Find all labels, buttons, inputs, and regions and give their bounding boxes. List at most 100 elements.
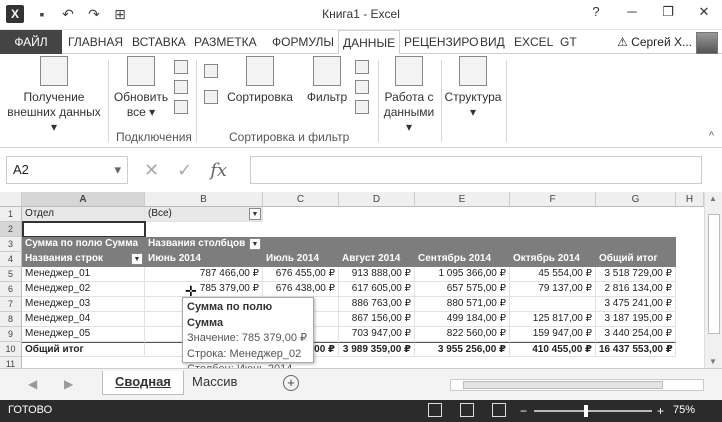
zoom-in-icon[interactable]: + bbox=[657, 404, 664, 418]
data-tools-button[interactable]: Работа с данными ▾ bbox=[380, 56, 438, 135]
table-cell[interactable]: 2 816 134,00 ₽ bbox=[596, 282, 676, 297]
scroll-up-icon[interactable]: ▲ bbox=[709, 194, 717, 203]
row-header[interactable]: 4 bbox=[0, 252, 22, 267]
add-sheet-icon[interactable]: + bbox=[283, 375, 299, 391]
row-header[interactable]: 8 bbox=[0, 312, 22, 327]
total-cell[interactable]: 16 437 553,00 ₽ bbox=[596, 342, 676, 357]
collapse-ribbon-icon[interactable]: ^ bbox=[709, 130, 714, 142]
column-header-e[interactable]: E bbox=[415, 192, 510, 207]
sort-az-icon[interactable] bbox=[204, 64, 218, 78]
table-row-label[interactable]: Менеджер_03 bbox=[22, 297, 145, 312]
table-cell[interactable]: 676 438,00 ₽ bbox=[263, 282, 339, 297]
column-header-h[interactable]: H bbox=[676, 192, 704, 207]
total-cell[interactable]: 410 455,00 ₽ bbox=[510, 342, 596, 357]
get-external-data-button[interactable]: Получение внешних данных ▾ bbox=[4, 56, 104, 135]
worksheet-grid[interactable]: A B C D E F G H 1 2 3 4 5 6 7 8 9 10 11 … bbox=[0, 192, 704, 368]
tab-excel[interactable]: EXCEL bbox=[510, 30, 557, 54]
table-row-label[interactable]: Менеджер_02 bbox=[22, 282, 145, 297]
table-cell[interactable]: 657 575,00 ₽ bbox=[415, 282, 510, 297]
tab-home[interactable]: ГЛАВНАЯ bbox=[64, 30, 127, 54]
column-header-c[interactable]: C bbox=[263, 192, 339, 207]
tab-file[interactable]: ФАЙЛ bbox=[0, 30, 62, 54]
sheet-tab-svodnaya[interactable]: Сводная bbox=[102, 371, 184, 395]
table-cell[interactable]: 617 605,00 ₽ bbox=[339, 282, 415, 297]
sort-button[interactable]: Сортировка bbox=[226, 56, 294, 105]
cancel-icon[interactable]: ✕ bbox=[144, 160, 159, 181]
table-cell[interactable]: 1 095 366,00 ₽ bbox=[415, 267, 510, 282]
page-layout-icon[interactable] bbox=[460, 403, 474, 417]
grand-total-label[interactable]: Общий итог bbox=[22, 342, 145, 357]
table-cell[interactable]: 79 137,00 ₽ bbox=[510, 282, 596, 297]
vertical-scrollbar[interactable]: ▲ ▼ bbox=[704, 192, 722, 368]
next-sheet-icon[interactable]: ▶ bbox=[64, 377, 73, 391]
tab-review[interactable]: РЕЦЕНЗИРО bbox=[400, 30, 483, 54]
tab-gt[interactable]: GT bbox=[556, 30, 581, 54]
table-cell[interactable]: 880 571,00 ₽ bbox=[415, 297, 510, 312]
advanced-filter-icon[interactable] bbox=[355, 100, 369, 114]
row-header[interactable]: 5 bbox=[0, 267, 22, 282]
table-cell[interactable]: 125 817,00 ₽ bbox=[510, 312, 596, 327]
edit-links-icon[interactable] bbox=[174, 100, 188, 114]
tab-view[interactable]: ВИД bbox=[476, 30, 509, 54]
pivot-row-labels[interactable]: Названия строк ▼ bbox=[22, 252, 145, 267]
table-cell[interactable]: 3 440 254,00 ₽ bbox=[596, 327, 676, 342]
scroll-down-icon[interactable]: ▼ bbox=[709, 357, 717, 366]
minimize-button[interactable]: ─ bbox=[614, 0, 650, 26]
column-header-g[interactable]: G bbox=[596, 192, 676, 207]
page-break-icon[interactable] bbox=[492, 403, 506, 417]
row-header[interactable]: 7 bbox=[0, 297, 22, 312]
zoom-slider-knob[interactable] bbox=[584, 405, 588, 417]
sheet-tab-massiv[interactable]: Массив bbox=[180, 371, 249, 395]
filter-dropdown-icon[interactable]: ▼ bbox=[249, 208, 261, 220]
row-header[interactable]: 3 bbox=[0, 237, 22, 252]
selected-cell-a2[interactable] bbox=[22, 221, 146, 238]
tab-insert[interactable]: ВСТАВКА bbox=[128, 30, 190, 54]
table-cell[interactable]: 886 763,00 ₽ bbox=[339, 297, 415, 312]
row-header[interactable]: 2 bbox=[0, 222, 22, 237]
avatar[interactable] bbox=[696, 32, 718, 54]
row-header[interactable]: 11 bbox=[0, 357, 22, 368]
normal-view-icon[interactable] bbox=[428, 403, 442, 417]
prev-sheet-icon[interactable]: ◀ bbox=[28, 377, 37, 391]
name-box[interactable]: A2 ▾ bbox=[6, 156, 128, 184]
connections-icon[interactable] bbox=[174, 60, 188, 74]
help-button[interactable]: ? bbox=[578, 0, 614, 26]
table-cell[interactable]: 913 888,00 ₽ bbox=[339, 267, 415, 282]
sort-za-icon[interactable] bbox=[204, 90, 218, 104]
select-all-corner[interactable] bbox=[0, 192, 22, 207]
row-filter-icon[interactable]: ▼ bbox=[131, 253, 143, 265]
total-cell[interactable]: 3 989 359,00 ₽ bbox=[339, 342, 415, 357]
table-cell[interactable]: 787 466,00 ₽ bbox=[145, 267, 263, 282]
table-cell[interactable]: 159 947,00 ₽ bbox=[510, 327, 596, 342]
table-row-label[interactable]: Менеджер_04 bbox=[22, 312, 145, 327]
formula-input[interactable] bbox=[250, 156, 702, 184]
clear-filter-icon[interactable] bbox=[355, 60, 369, 74]
table-cell[interactable]: 499 184,00 ₽ bbox=[415, 312, 510, 327]
insert-function-icon[interactable]: fx bbox=[210, 160, 227, 181]
vertical-scroll-thumb[interactable] bbox=[708, 214, 720, 334]
table-row-label[interactable]: Менеджер_05 bbox=[22, 327, 145, 342]
pivot-filter-value[interactable]: (Все) ▼ bbox=[145, 207, 263, 222]
row-header[interactable]: 1 bbox=[0, 207, 22, 222]
column-header-b[interactable]: B bbox=[145, 192, 263, 207]
zoom-slider[interactable] bbox=[534, 410, 652, 412]
pivot-col-labels[interactable]: Названия столбцов ▼ bbox=[145, 237, 263, 252]
refresh-all-button[interactable]: Обновить все ▾ bbox=[110, 56, 172, 120]
table-cell[interactable]: 703 947,00 ₽ bbox=[339, 327, 415, 342]
column-filter-icon[interactable]: ▼ bbox=[249, 238, 261, 250]
table-cell[interactable]: 822 560,00 ₽ bbox=[415, 327, 510, 342]
table-cell[interactable]: 785 379,00 ₽ bbox=[145, 282, 263, 297]
close-button[interactable]: ✕ bbox=[686, 0, 722, 26]
table-cell[interactable]: 3 187 195,00 ₽ bbox=[596, 312, 676, 327]
outline-button[interactable]: Структура ▾ bbox=[442, 56, 504, 120]
column-header-a[interactable]: A bbox=[22, 192, 145, 207]
tab-formulas[interactable]: ФОРМУЛЫ bbox=[268, 30, 338, 54]
maximize-button[interactable]: ❐ bbox=[650, 0, 686, 26]
zoom-out-icon[interactable]: − bbox=[520, 404, 527, 418]
table-row-label[interactable]: Менеджер_01 bbox=[22, 267, 145, 282]
table-cell[interactable]: 867 156,00 ₽ bbox=[339, 312, 415, 327]
row-header[interactable]: 9 bbox=[0, 327, 22, 342]
horizontal-scroll-thumb[interactable] bbox=[463, 381, 663, 389]
filter-button[interactable]: Фильтр bbox=[302, 56, 352, 105]
table-cell[interactable]: 3 475 241,00 ₽ bbox=[596, 297, 676, 312]
